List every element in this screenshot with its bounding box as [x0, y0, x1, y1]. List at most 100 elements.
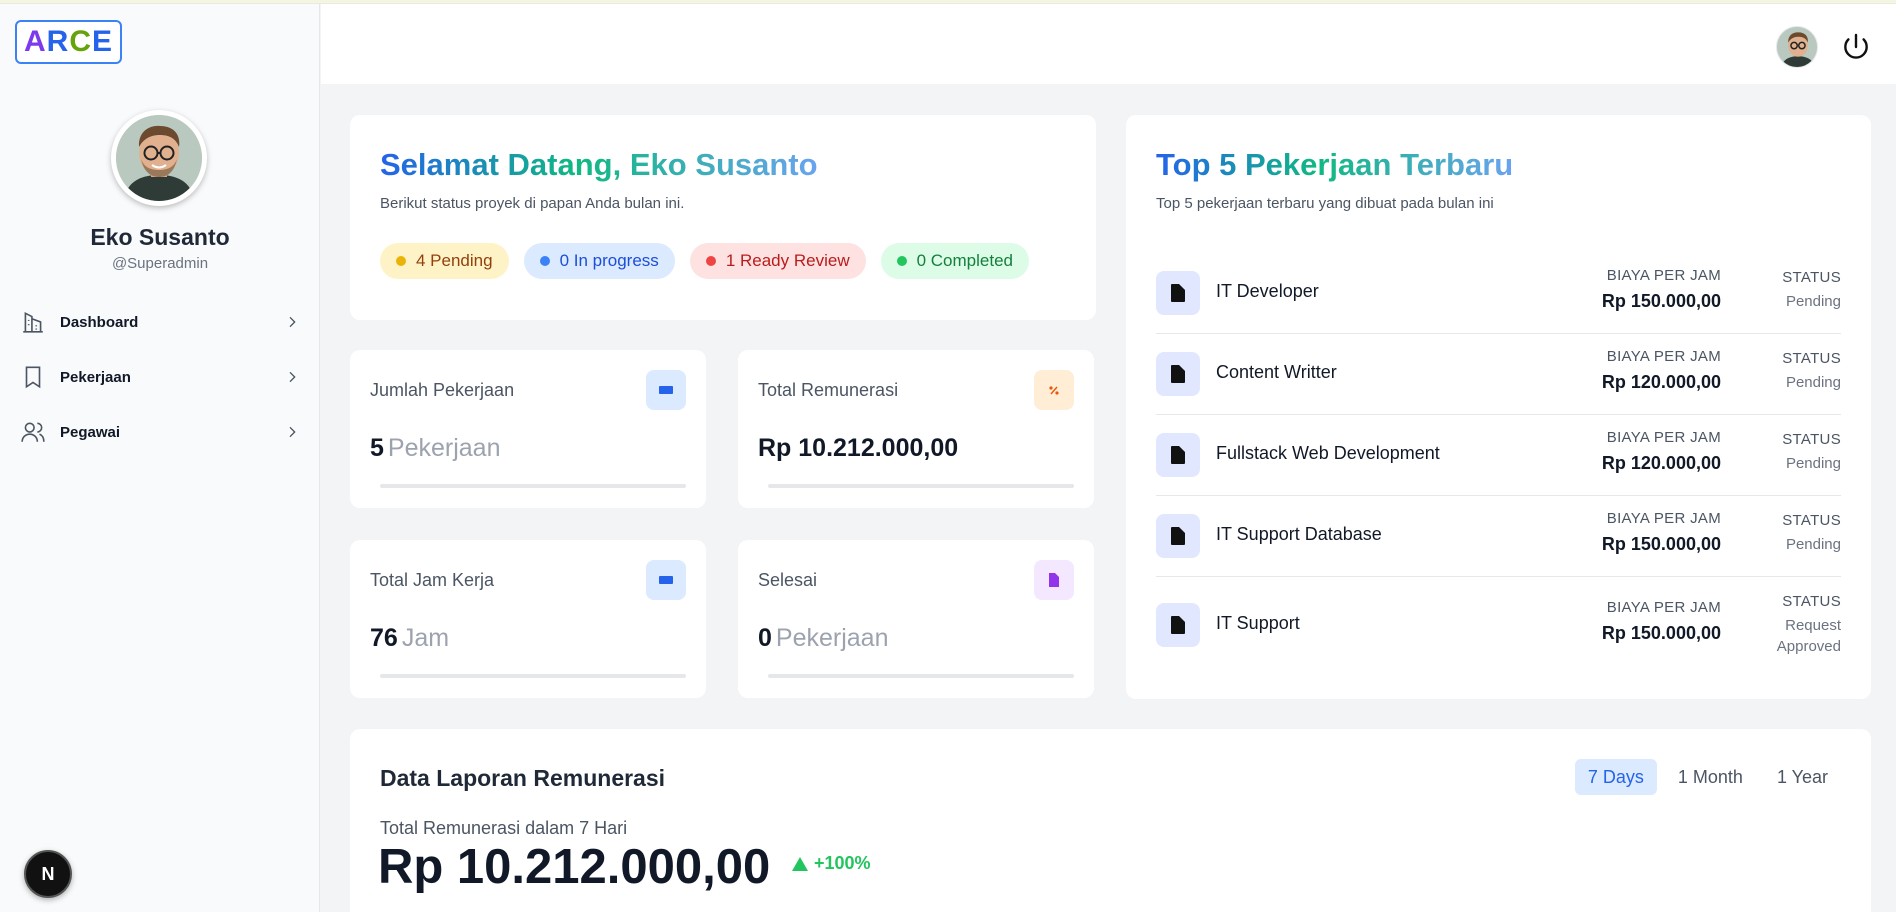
logo-letter: C: [69, 25, 92, 58]
file-icon: [1034, 560, 1074, 600]
status-dot: [539, 256, 550, 266]
report-subtitle: Total Remunerasi dalam 7 Hari: [380, 818, 628, 838]
app-logo[interactable]: A R C E: [15, 20, 122, 64]
job-name: IT Support: [1216, 613, 1300, 633]
stat-unit: Pekerjaan: [775, 624, 889, 652]
top5-subtitle: Top 5 pekerjaan terbaru yang dibuat pada…: [1156, 195, 1494, 212]
sidebar-item-pegawai[interactable]: Pegawai: [20, 414, 300, 450]
users-icon: [21, 422, 45, 442]
stat-unit: Pekerjaan: [387, 434, 501, 462]
file-icon: [1156, 514, 1200, 558]
job-status-label: STATUS: [1782, 269, 1841, 286]
nextjs-dev-badge[interactable]: N: [24, 850, 72, 898]
status-pill-completed[interactable]: 0 Completed: [880, 243, 1029, 279]
building-chart-icon: [23, 312, 43, 333]
stat-progress-bar: [380, 484, 686, 488]
job-name: IT Developer: [1216, 281, 1319, 301]
sidebar-item-dashboard[interactable]: Dashboard: [20, 304, 300, 340]
status-pill-in-progress[interactable]: 0 In progress: [523, 243, 675, 279]
stat-progress-bar: [380, 674, 686, 678]
top5-jobs-card: Top 5 Pekerjaan Terbaru Top 5 pekerjaan …: [1126, 115, 1871, 699]
stat-card-total-jam-kerja: Total Jam Kerja 76 Jam: [350, 540, 706, 698]
status-pill-pending[interactable]: 4 Pending: [380, 243, 509, 279]
id-card-icon: [646, 560, 686, 600]
job-row[interactable]: Content Writter BIAYA PER JAM Rp 120.000…: [1156, 334, 1841, 415]
job-row[interactable]: IT Support BIAYA PER JAM Rp 150.000,00 S…: [1156, 577, 1841, 673]
job-rate: Rp 150.000,00: [1601, 534, 1721, 554]
job-row[interactable]: IT Support Database BIAYA PER JAM Rp 150…: [1156, 496, 1841, 577]
job-name: IT Support Database: [1216, 524, 1382, 544]
job-rate-label: BIAYA PER JAM: [1606, 267, 1721, 284]
sidebar-item-label: Pegawai: [60, 423, 121, 441]
welcome-subtitle: Berikut status proyek di papan Anda bula…: [380, 195, 685, 212]
logo-letter: R: [46, 25, 70, 58]
job-status-label: STATUS: [1782, 512, 1841, 529]
job-rate: Rp 150.000,00: [1601, 623, 1721, 643]
sidebar-item-pekerjaan[interactable]: Pekerjaan: [20, 359, 300, 395]
report-total: Rp 10.212.000,00: [378, 840, 771, 894]
profile-handle: @Superadmin: [111, 255, 209, 272]
bookmark-icon: [25, 366, 41, 389]
status-pill-label: 0 In progress: [559, 251, 659, 270]
user-avatar[interactable]: [1776, 26, 1818, 68]
stat-number: 0: [758, 624, 772, 652]
stat-unit: Jam: [401, 624, 450, 652]
job-row[interactable]: IT Developer BIAYA PER JAM Rp 150.000,00…: [1156, 253, 1841, 334]
stat-title: Total Jam Kerja: [370, 570, 495, 590]
logo-letter: E: [92, 25, 114, 58]
job-status: Pending: [1785, 374, 1841, 391]
stat-title: Selesai: [758, 570, 818, 590]
stat-value: 76 Jam: [370, 624, 449, 653]
job-rate-label: BIAYA PER JAM: [1606, 510, 1721, 527]
file-icon: [1156, 433, 1200, 477]
job-name: Content Writter: [1216, 362, 1337, 382]
profile-name: Eko Susanto: [90, 224, 230, 250]
job-row[interactable]: Fullstack Web Development BIAYA PER JAM …: [1156, 415, 1841, 496]
stat-title: Total Remunerasi: [758, 380, 899, 400]
job-rate-label: BIAYA PER JAM: [1606, 348, 1721, 365]
job-status-label: STATUS: [1782, 350, 1841, 367]
top5-title: Top 5 Pekerjaan Terbaru: [1156, 147, 1514, 182]
status-pills: 4 Pending 0 In progress 1 Ready Review 0…: [380, 243, 1029, 279]
chevron-right-icon: [289, 371, 296, 383]
file-icon: [1156, 603, 1200, 647]
status-pill-label: 4 Pending: [416, 251, 493, 270]
report-change: +100%: [792, 853, 871, 874]
sidebar-item-label: Dashboard: [60, 313, 139, 331]
job-name: Fullstack Web Development: [1216, 443, 1440, 463]
topbar: [321, 4, 1896, 84]
tab-1-year[interactable]: 1 Year: [1764, 759, 1841, 795]
status-dot: [396, 256, 406, 266]
profile-avatar: [111, 110, 207, 206]
stat-value: 5 Pekerjaan: [370, 434, 500, 463]
job-status: Pending: [1785, 536, 1841, 553]
job-rate-label: BIAYA PER JAM: [1606, 429, 1721, 446]
stat-value: Rp 10.212.000,00: [758, 434, 962, 463]
sidebar: A R C E Eko Susanto @Superadmin Dashboar…: [0, 4, 320, 912]
stat-progress-bar: [768, 484, 1074, 488]
stat-value: 0 Pekerjaan: [758, 624, 888, 653]
file-icon: [1156, 352, 1200, 396]
stat-title: Jumlah Pekerjaan: [370, 380, 515, 400]
welcome-title-name: Eko Susanto: [629, 147, 818, 182]
welcome-card: Selamat Datang, Eko Susanto Berikut stat…: [350, 115, 1096, 320]
job-rate: Rp 150.000,00: [1601, 291, 1721, 311]
chevron-right-icon: [289, 426, 296, 438]
stat-number: Rp 10.212.000,00: [758, 434, 959, 462]
status-pill-ready-review[interactable]: 1 Ready Review: [689, 243, 866, 279]
tab-7-days[interactable]: 7 Days: [1574, 759, 1657, 795]
job-rate: Rp 120.000,00: [1601, 453, 1721, 473]
status-pill-label: 1 Ready Review: [725, 251, 850, 270]
logo-letter: A: [23, 25, 47, 58]
report-change-value: +100%: [814, 853, 871, 873]
job-status-label: STATUS: [1782, 593, 1841, 610]
percent-icon: [1034, 370, 1074, 410]
job-status: Pending: [1785, 455, 1841, 472]
stat-card-jumlah-pekerjaan: Jumlah Pekerjaan 5 Pekerjaan: [350, 350, 706, 508]
status-dot: [705, 256, 716, 266]
job-rate-label: BIAYA PER JAM: [1606, 599, 1721, 616]
id-card-icon: [646, 370, 686, 410]
trend-up-icon: [792, 856, 808, 871]
tab-1-month[interactable]: 1 Month: [1665, 759, 1756, 795]
power-icon[interactable]: [1840, 31, 1872, 63]
